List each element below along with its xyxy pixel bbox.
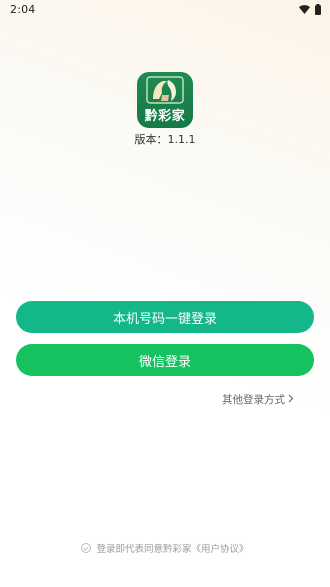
wechat-login-button[interactable]: 微信登录: [16, 344, 314, 376]
wifi-icon: [299, 4, 310, 14]
onekey-login-button[interactable]: 本机号码一键登录: [16, 301, 314, 333]
chevron-right-icon: [288, 394, 294, 406]
app-logo: 黔彩家: [137, 72, 193, 128]
agreement-row: 登录即代表同意黔彩家《用户协议》: [0, 541, 330, 555]
other-login-link[interactable]: 其他登录方式: [222, 392, 294, 407]
status-bar: 2:04: [0, 0, 330, 18]
version-label: 版本：1.1.1: [134, 133, 196, 146]
status-icons: [299, 3, 321, 15]
other-login-label: 其他登录方式: [222, 394, 285, 406]
agreement-prefix: 登录即代表同意黔彩家: [96, 544, 192, 555]
user-agreement-link[interactable]: 《用户协议》: [192, 544, 249, 555]
onekey-login-label: 本机号码一键登录: [112, 311, 217, 327]
agreement-text: 登录即代表同意黔彩家《用户协议》: [96, 541, 248, 555]
status-time: 2:04: [10, 2, 36, 16]
agreement-checkbox[interactable]: [81, 543, 92, 553]
logo-emblem-icon: [146, 76, 184, 104]
battery-icon: [315, 3, 321, 15]
wechat-login-label: 微信登录: [138, 354, 191, 370]
logo-text: 黔彩家: [144, 109, 186, 124]
check-icon: [83, 545, 90, 551]
